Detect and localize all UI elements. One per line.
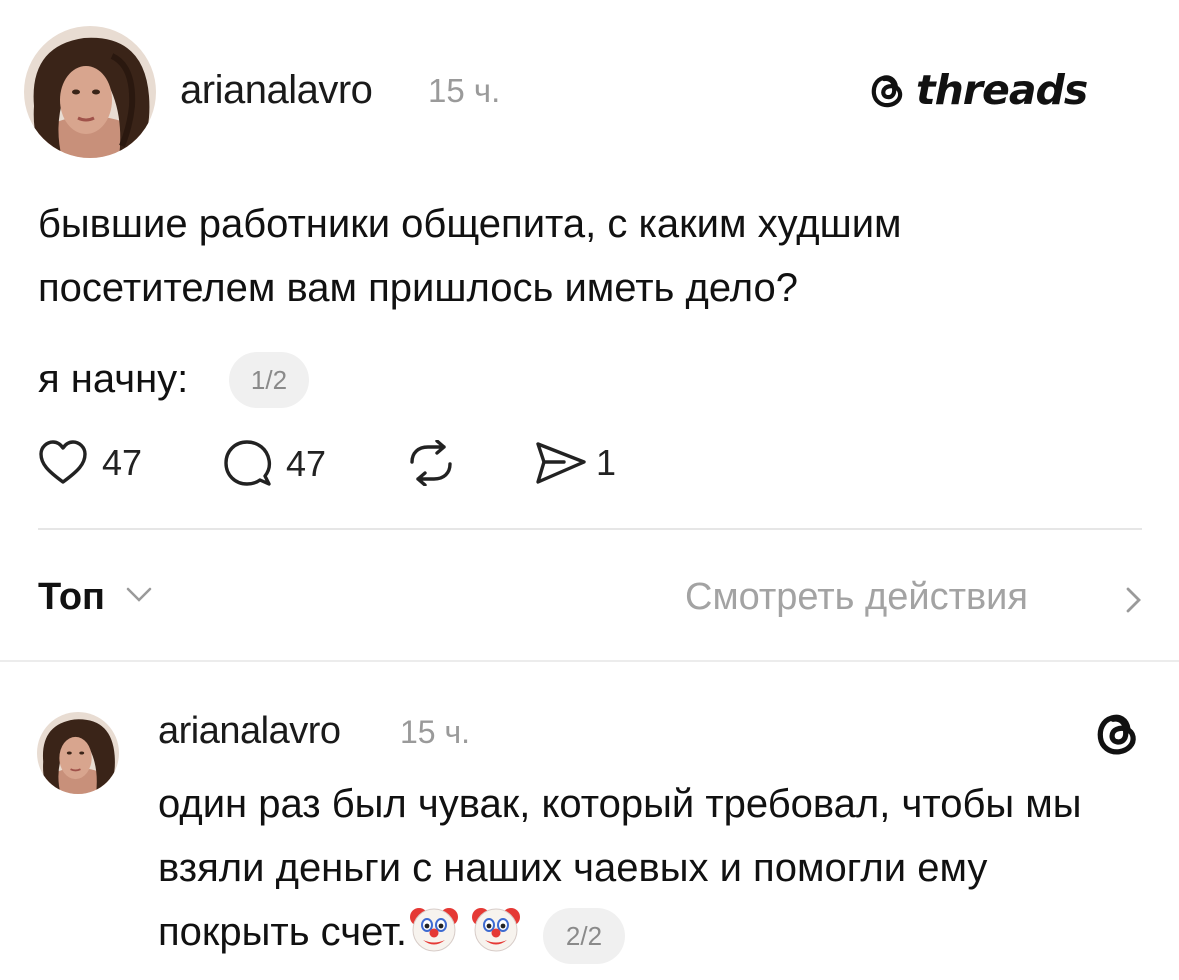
comment-icon: [224, 440, 272, 486]
divider: [38, 528, 1142, 530]
share-button[interactable]: 1: [534, 440, 616, 486]
reply-username[interactable]: arianalavro: [158, 708, 341, 754]
sort-dropdown[interactable]: Топ: [38, 575, 105, 619]
post-username[interactable]: arianalavro: [180, 66, 373, 114]
repost-button[interactable]: [404, 440, 458, 486]
clown-face-icon: [409, 908, 458, 952]
reply-body: один раз был чувак, который требовал, чт…: [158, 772, 1148, 964]
reply-timestamp: 15 ч.: [400, 714, 471, 750]
post-pager: 1/2: [229, 352, 309, 408]
repost-icon: [410, 440, 452, 486]
threads-brand: threads: [868, 64, 1088, 116]
post-author-avatar[interactable]: [24, 26, 156, 158]
post-body-continued: я начну:: [38, 357, 189, 401]
threads-logo-icon: [871, 75, 903, 108]
chevron-down-icon[interactable]: [124, 585, 154, 605]
threads-logo-icon[interactable]: [1093, 708, 1143, 758]
comment-button[interactable]: 47: [222, 438, 326, 490]
threads-wordmark: threads: [916, 66, 1088, 114]
like-count: 47: [102, 442, 143, 483]
send-icon: [536, 442, 586, 484]
reply-pager: 2/2: [542, 908, 625, 964]
comment-count: 47: [286, 443, 327, 484]
share-count: 1: [596, 442, 617, 483]
divider: [0, 660, 1179, 662]
like-button[interactable]: 47: [38, 440, 142, 486]
post-body: бывшие работники общепита, с каким худши…: [38, 202, 902, 310]
clown-face-icon: [471, 908, 520, 952]
heart-icon: [39, 440, 87, 484]
view-activity-link[interactable]: Смотреть действия: [685, 575, 1028, 619]
post-timestamp: 15 ч.: [428, 72, 501, 109]
reply-author-avatar[interactable]: [37, 712, 119, 794]
chevron-right-icon[interactable]: [1124, 585, 1144, 615]
